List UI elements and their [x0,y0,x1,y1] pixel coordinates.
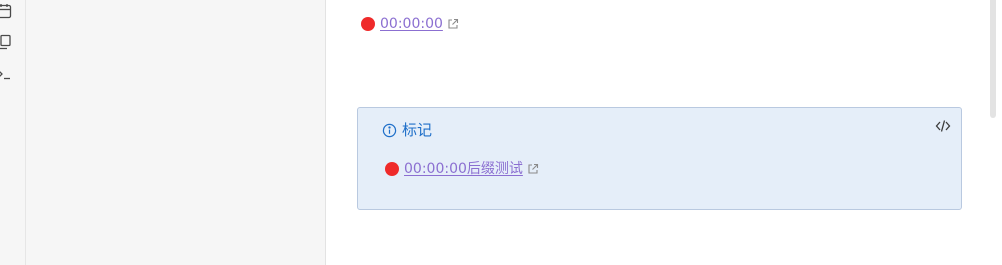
callout-title-text: 标记 [402,121,433,139]
info-icon [382,123,397,138]
edit-source-code-icon[interactable] [935,118,951,134]
timestamp-link-text: 00:00:00 [380,16,443,32]
app-window: 00:00:00 标记 00:00:00后缀测试 [0,0,1002,265]
callout-title: 标记 [382,121,432,139]
recording-dot-icon [361,17,375,31]
callout-timestamp-link[interactable]: 00:00:00后缀测试 [382,160,539,178]
external-link-icon [527,163,539,175]
callout-block: 标记 00:00:00后缀测试 [357,107,962,210]
left-ribbon [0,0,26,265]
timestamp-link[interactable]: 00:00:00 [358,15,459,33]
terminal-icon[interactable] [0,66,12,82]
recording-dot-icon [385,162,399,176]
calendar-icon[interactable] [0,3,12,19]
files-icon[interactable] [0,34,12,50]
callout-timestamp-link-text: 00:00:00后缀测试 [404,161,523,177]
vertical-scrollbar[interactable] [990,0,996,118]
file-explorer-sidebar [26,0,326,265]
external-link-icon [447,18,459,30]
